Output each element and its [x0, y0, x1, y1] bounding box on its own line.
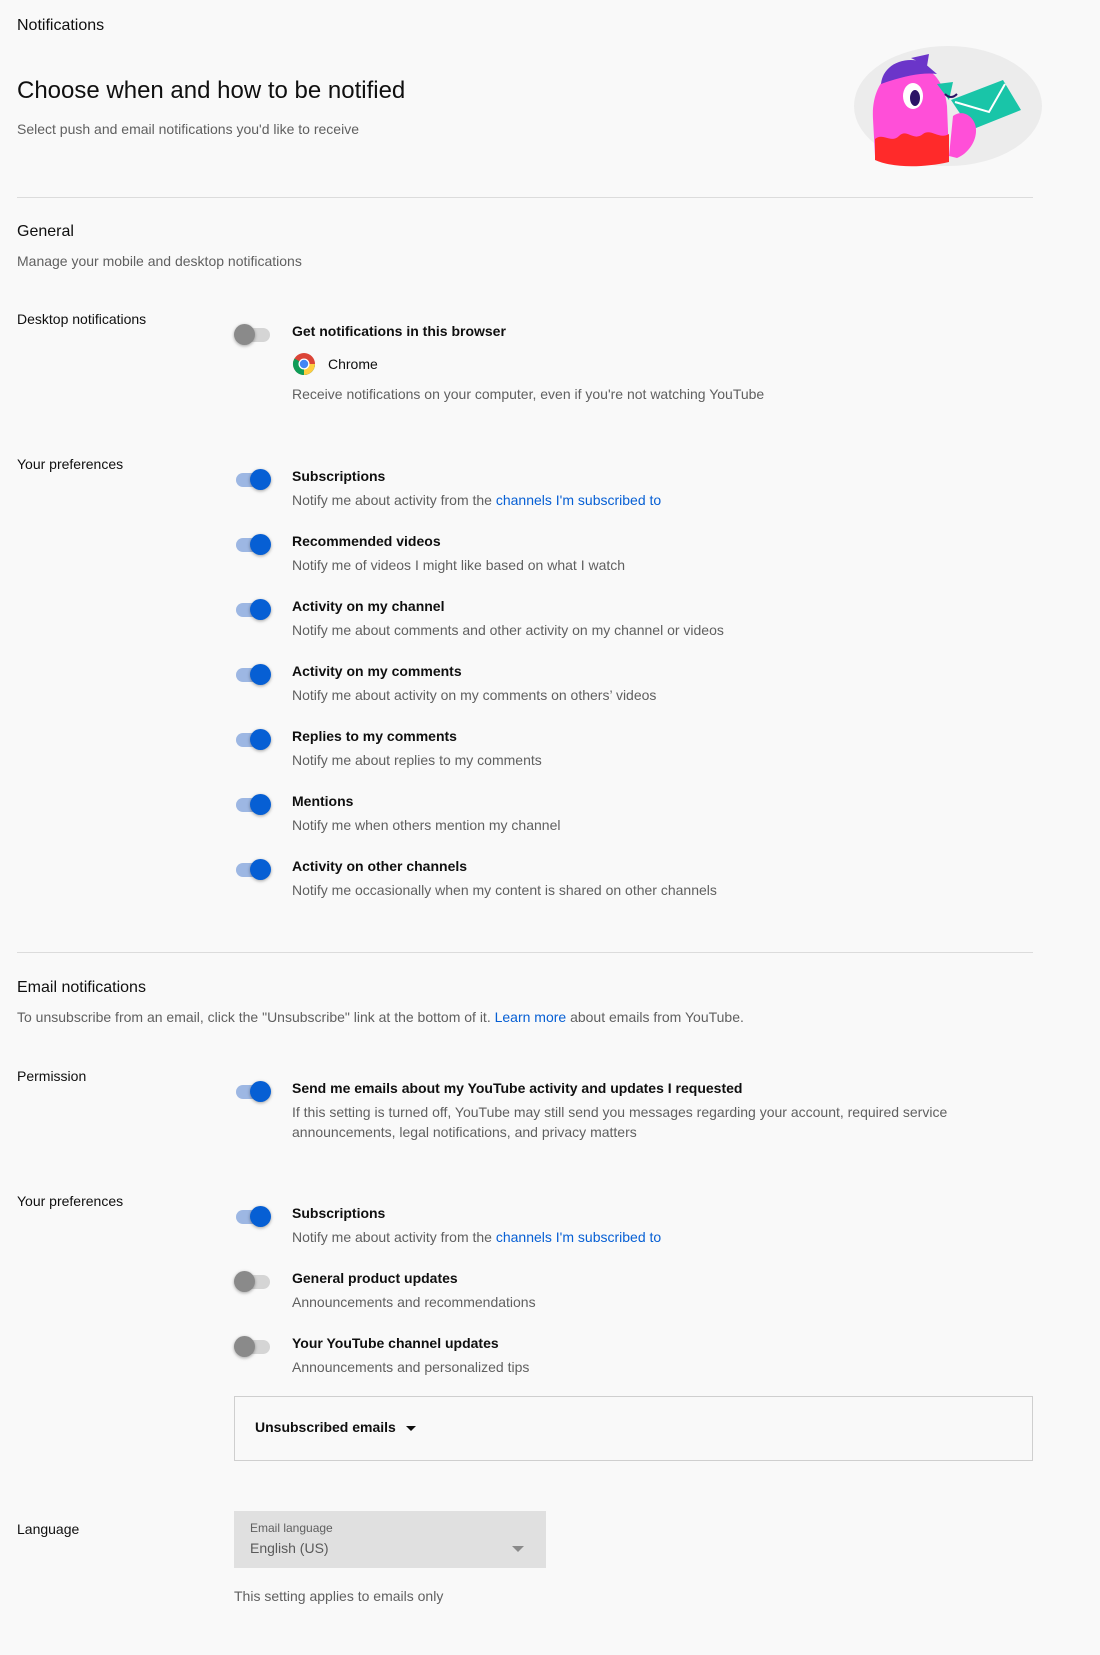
- channel-updates-toggle[interactable]: [234, 1335, 270, 1357]
- option-title: Subscriptions: [292, 1205, 386, 1221]
- option-description: Notify me about activity from the channe…: [292, 1229, 662, 1245]
- email-language-select[interactable]: Email language English (US): [234, 1511, 546, 1568]
- option-description: Notify me when others mention my channel: [292, 817, 561, 833]
- subscribed-channels-link[interactable]: channels I'm subscribed to: [496, 1229, 661, 1245]
- option-description: Notify me about comments and other activ…: [292, 622, 724, 638]
- option-title: General product updates: [292, 1270, 458, 1286]
- option-description: Notify me about replies to my comments: [292, 752, 542, 768]
- email-permission-toggle[interactable]: [234, 1080, 271, 1102]
- mentions-toggle[interactable]: [234, 793, 271, 815]
- option-title: Activity on my comments: [292, 663, 462, 679]
- option-description: Announcements and personalized tips: [292, 1359, 530, 1375]
- email-section-subtitle: To unsubscribe from an email, click the …: [17, 1009, 744, 1025]
- push-subscriptions-toggle[interactable]: [234, 468, 271, 490]
- caret-down-icon: [405, 1425, 416, 1431]
- email-language-caption: Email language: [250, 1521, 333, 1535]
- email-subscriptions-toggle[interactable]: [234, 1205, 271, 1227]
- option-description: If this setting is turned off, YouTube m…: [292, 1104, 948, 1140]
- option-title: Subscriptions: [292, 468, 386, 484]
- option-title: Activity on other channels: [292, 858, 468, 874]
- email-preferences-label: Your preferences: [17, 1193, 124, 1209]
- option-title: Recommended videos: [292, 533, 441, 549]
- subscribed-channels-link[interactable]: channels I'm subscribed to: [496, 492, 661, 508]
- general-section-title: General: [17, 223, 74, 240]
- option-title: Send me emails about my YouTube activity…: [292, 1080, 743, 1096]
- replies-toggle[interactable]: [234, 728, 271, 750]
- page-breadcrumb: Notifications: [17, 17, 105, 34]
- option-description: Notify me about activity from the channe…: [292, 492, 662, 508]
- language-note: This setting applies to emails only: [234, 1588, 444, 1604]
- email-section-title: Email notifications: [17, 979, 146, 996]
- unsubscribed-emails-expander[interactable]: Unsubscribed emails: [255, 1419, 416, 1435]
- browser-name: Chrome: [328, 356, 378, 372]
- option-title: Activity on my channel: [292, 598, 445, 614]
- comment-activity-toggle[interactable]: [234, 663, 271, 685]
- option-description: Notify me of videos I might like based o…: [292, 557, 626, 573]
- learn-more-link[interactable]: Learn more: [495, 1009, 567, 1025]
- email-language-value: English (US): [250, 1540, 329, 1556]
- other-channels-toggle[interactable]: [234, 858, 271, 880]
- option-description: Announcements and recommendations: [292, 1294, 536, 1310]
- permission-label: Permission: [17, 1068, 87, 1084]
- notification-mascot-illustration: [854, 46, 1042, 167]
- page-title: Choose when and how to be notified: [17, 77, 406, 104]
- page-subtitle: Select push and email notifications you'…: [17, 121, 359, 137]
- section-divider: [17, 197, 1033, 198]
- option-title: Get notifications in this browser: [292, 323, 506, 339]
- product-updates-toggle[interactable]: [234, 1270, 270, 1292]
- section-divider: [17, 952, 1033, 953]
- option-description: Notify me about activity on my comments …: [292, 687, 657, 703]
- chrome-icon: [293, 353, 315, 375]
- browser-row: Chrome: [292, 352, 378, 376]
- general-section-subtitle: Manage your mobile and desktop notificat…: [17, 253, 302, 269]
- option-title: Replies to my comments: [292, 728, 457, 744]
- browser-notifications-toggle[interactable]: [234, 323, 270, 345]
- option-description: Notify me occasionally when my content i…: [292, 882, 717, 898]
- option-title: Your YouTube channel updates: [292, 1335, 499, 1351]
- option-title: Mentions: [292, 793, 354, 809]
- dropdown-arrow-icon: [512, 1546, 524, 1552]
- recommended-videos-toggle[interactable]: [234, 533, 271, 555]
- desktop-notifications-label: Desktop notifications: [17, 311, 147, 327]
- unsubscribed-emails-label: Unsubscribed emails: [255, 1419, 396, 1435]
- unsubscribed-emails-panel: Unsubscribed emails: [234, 1396, 1033, 1461]
- channel-activity-toggle[interactable]: [234, 598, 271, 620]
- option-description: Receive notifications on your computer, …: [292, 386, 765, 402]
- push-preferences-label: Your preferences: [17, 456, 124, 472]
- language-label: Language: [17, 1521, 80, 1537]
